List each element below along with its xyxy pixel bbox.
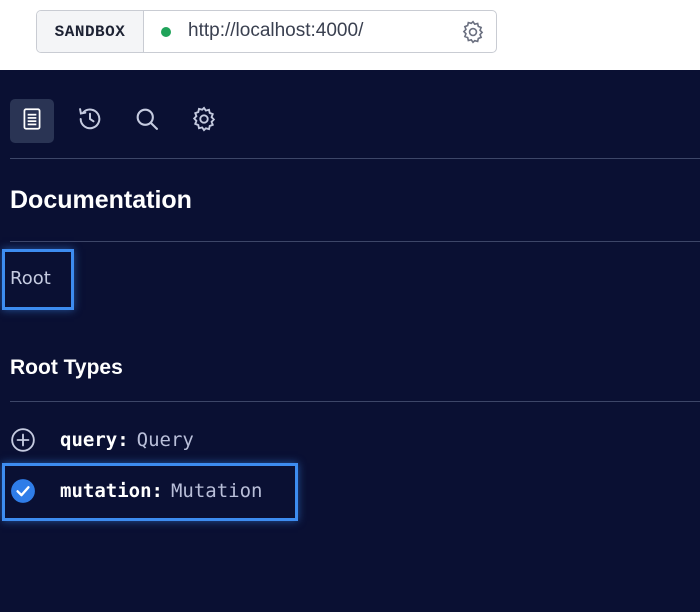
root-types-divider	[10, 401, 700, 402]
endpoint-url-text[interactable]: http://localhost:4000/	[188, 20, 363, 42]
root-type-query[interactable]: query: Query	[10, 425, 194, 455]
documentation-tab-button[interactable]	[10, 99, 54, 143]
history-tab-button[interactable]	[68, 99, 112, 143]
field-colon: :	[117, 429, 129, 451]
plus-circle-icon[interactable]	[10, 427, 36, 453]
mutation-highlight-box	[2, 463, 298, 521]
breadcrumb-highlight-box	[2, 249, 74, 310]
settings-tab-button[interactable]	[182, 99, 226, 143]
toolbar-divider	[10, 158, 700, 159]
connection-status-dot	[161, 27, 171, 37]
search-tab-button[interactable]	[125, 99, 169, 143]
documentation-icon	[19, 106, 45, 137]
title-divider	[10, 241, 700, 242]
field-name[interactable]: query	[60, 429, 117, 451]
top-bar: SANDBOX http://localhost:4000/	[0, 0, 700, 70]
connection-settings-gear-icon[interactable]	[460, 19, 486, 45]
root-types-heading: Root Types	[10, 356, 123, 379]
endpoint-url-box[interactable]: SANDBOX http://localhost:4000/	[36, 10, 497, 53]
documentation-title: Documentation	[10, 186, 192, 214]
field-type[interactable]: Query	[137, 429, 194, 451]
environment-label[interactable]: SANDBOX	[37, 11, 144, 52]
search-icon	[133, 105, 161, 138]
gear-icon	[190, 105, 218, 138]
history-icon	[76, 105, 104, 138]
